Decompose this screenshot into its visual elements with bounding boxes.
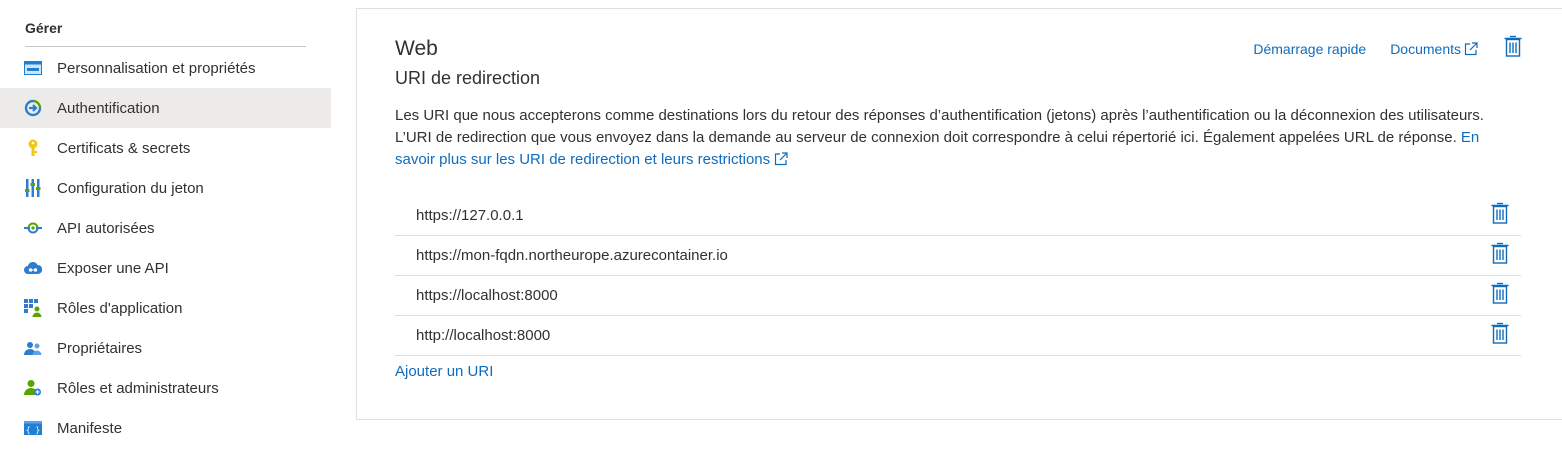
sidebar-item-label: Rôles et administrateurs (57, 379, 219, 397)
sidebar-nav: Personnalisation et propriétés Authentif… (0, 48, 331, 448)
uri-row: https://mon-fqdn.northeurope.azurecontai… (395, 236, 1521, 276)
uri-value[interactable]: http://localhost:8000 (416, 327, 550, 344)
roles-admins-icon (24, 379, 42, 397)
sidebar-item-roles-administrators[interactable]: Rôles et administrateurs (0, 368, 331, 408)
authentication-icon (24, 99, 42, 117)
uri-value[interactable]: https://127.0.0.1 (416, 207, 524, 224)
trash-icon (1491, 202, 1509, 229)
add-uri-button[interactable]: Ajouter un URI (395, 363, 493, 380)
uri-row: https://127.0.0.1 (395, 196, 1521, 236)
svg-text:{ }: { } (26, 426, 40, 435)
trash-icon (1491, 282, 1509, 309)
docs-link[interactable]: Documents (1390, 41, 1478, 57)
sidebar-item-owners[interactable]: Propriétaires (0, 328, 331, 368)
delete-uri-button[interactable] (1491, 202, 1509, 229)
card-header-actions: Démarrage rapide Documents (1253, 35, 1522, 62)
sidebar-item-label: Propriétaires (57, 339, 143, 357)
sidebar-item-label: Authentification (57, 99, 160, 117)
section-divider (25, 46, 306, 47)
api-permissions-icon (24, 219, 42, 237)
uri-row: https://localhost:8000 (395, 276, 1521, 316)
sidebar-item-manifest[interactable]: { } Manifeste (0, 408, 331, 448)
manifest-icon: { } (24, 419, 42, 437)
sidebar-item-label: Configuration du jeton (57, 179, 204, 197)
uri-value[interactable]: https://localhost:8000 (416, 287, 558, 304)
sidebar-item-label: Manifeste (57, 419, 123, 437)
redirect-uri-description: Les URI que nous accepterons comme desti… (395, 105, 1515, 171)
delete-platform-button[interactable] (1504, 35, 1522, 62)
sidebar-item-label: Rôles d'application (57, 299, 183, 317)
token-configuration-icon (24, 179, 42, 197)
key-icon (24, 139, 42, 157)
external-link-icon (773, 152, 789, 166)
sidebar-item-authentication[interactable]: Authentification (0, 88, 331, 128)
section-title-manage: Gérer (25, 20, 63, 36)
uri-value[interactable]: https://mon-fqdn.northeurope.azurecontai… (416, 247, 728, 264)
branding-icon (24, 59, 42, 77)
trash-icon (1491, 322, 1509, 349)
sidebar: Gérer Personnalisation et propriétés Aut… (0, 0, 331, 451)
expose-api-icon (24, 259, 42, 277)
sidebar-item-label: Personnalisation et propriétés (57, 59, 256, 77)
redirect-uri-list: https://127.0.0.1 https://mon-fqdn.north… (395, 196, 1521, 356)
quickstart-link[interactable]: Démarrage rapide (1253, 41, 1366, 57)
delete-uri-button[interactable] (1491, 242, 1509, 269)
platform-title: Web (395, 37, 438, 60)
owners-icon (24, 339, 42, 357)
redirect-uri-heading: URI de redirection (395, 68, 541, 88)
quickstart-link-label: Démarrage rapide (1253, 40, 1367, 57)
sidebar-item-branding[interactable]: Personnalisation et propriétés (0, 48, 331, 88)
web-platform-card: Web URI de redirection Démarrage rapide … (356, 8, 1562, 420)
sidebar-item-label: API autorisées (57, 219, 155, 237)
sidebar-item-expose-api[interactable]: Exposer une API (0, 248, 331, 288)
uri-row: http://localhost:8000 (395, 316, 1521, 356)
trash-icon (1504, 35, 1522, 62)
sidebar-item-certificates-secrets[interactable]: Certificats & secrets (0, 128, 331, 168)
sidebar-item-token-configuration[interactable]: Configuration du jeton (0, 168, 331, 208)
sidebar-item-app-roles[interactable]: Rôles d'application (0, 288, 331, 328)
sidebar-item-label: Exposer une API (57, 259, 169, 277)
description-text: Les URI que nous accepterons comme desti… (395, 107, 1484, 146)
sidebar-item-label: Certificats & secrets (57, 139, 191, 157)
external-link-icon (1464, 41, 1478, 56)
app-roles-icon (24, 299, 42, 317)
delete-uri-button[interactable] (1491, 282, 1509, 309)
delete-uri-button[interactable] (1491, 322, 1509, 349)
sidebar-item-api-permissions[interactable]: API autorisées (0, 208, 331, 248)
trash-icon (1491, 242, 1509, 269)
docs-link-label: Documents (1390, 40, 1461, 57)
